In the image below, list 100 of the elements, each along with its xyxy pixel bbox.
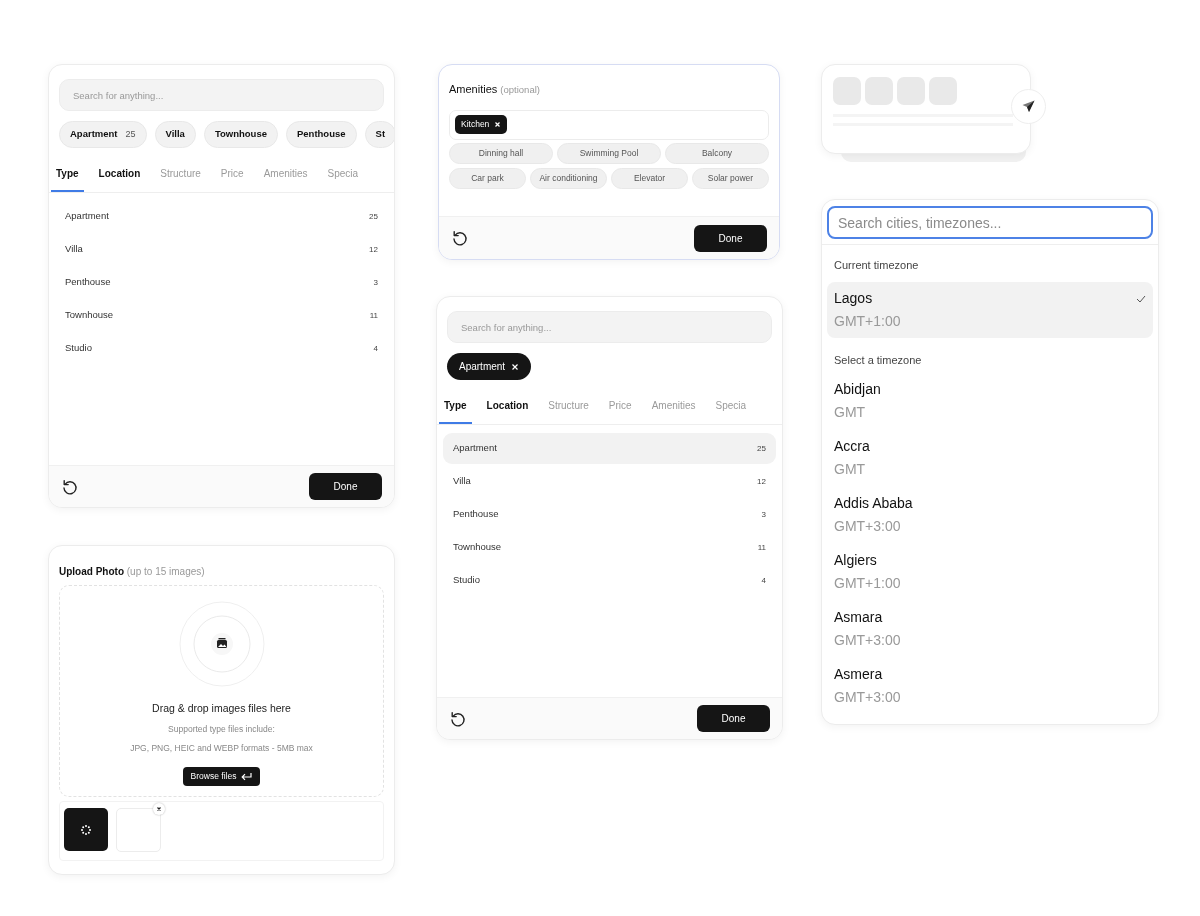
filter-chip[interactable]: St bbox=[364, 121, 394, 148]
chip-label: Townhouse bbox=[214, 127, 267, 142]
filter-chip[interactable]: Townhouse bbox=[203, 121, 278, 148]
list-item[interactable]: Apartment 25 bbox=[443, 433, 776, 464]
city-name: Addis Ababa bbox=[834, 494, 913, 513]
item-label: Apartment bbox=[453, 441, 497, 456]
timezone-option[interactable]: Asmara GMT+3:00 bbox=[822, 606, 1158, 652]
filter-chip[interactable]: Apartment bbox=[447, 353, 532, 380]
amenities-title: Amenities (optional) bbox=[449, 82, 541, 97]
timezone-option[interactable]: Addis Ababa GMT+3:00 bbox=[822, 492, 1158, 538]
remove-button[interactable] bbox=[153, 803, 165, 815]
list-item[interactable]: Studio 4 bbox=[443, 565, 776, 596]
close-icon bbox=[156, 806, 162, 812]
timezone-offset: GMT bbox=[834, 460, 867, 479]
timezone-offset: GMT+1:00 bbox=[834, 574, 901, 593]
option-chip[interactable]: Elevator bbox=[611, 167, 688, 189]
reset-button[interactable] bbox=[449, 709, 467, 728]
city-name: Asmera bbox=[834, 665, 884, 684]
item-count: 4 bbox=[373, 342, 378, 355]
filter-chip[interactable]: Penthouse bbox=[286, 121, 357, 148]
reset-button[interactable] bbox=[451, 229, 469, 247]
chip-label: Apartment bbox=[459, 360, 506, 374]
filter-chip[interactable]: Apartment 25 bbox=[59, 121, 147, 148]
close-icon bbox=[494, 121, 502, 128]
timezone-option[interactable]: Algiers GMT+1:00 bbox=[822, 549, 1158, 595]
timezone-option[interactable]: Asmera GMT+3:00 bbox=[822, 663, 1158, 709]
timezone-offset: GMT bbox=[834, 403, 867, 422]
city-name: Lagos bbox=[834, 288, 874, 308]
tab[interactable]: Location bbox=[481, 388, 534, 424]
timezone-offset: GMT+1:00 bbox=[834, 311, 901, 331]
done-button[interactable]: Done bbox=[309, 473, 382, 500]
list-item[interactable]: Townhouse 11 bbox=[443, 532, 776, 563]
format-note: Supported type files include: bbox=[168, 722, 275, 736]
list-item[interactable]: Apartment 25 bbox=[55, 201, 388, 232]
item-label: Townhouse bbox=[65, 308, 114, 323]
spinner-icon bbox=[80, 823, 92, 836]
item-count: 11 bbox=[757, 541, 766, 554]
list-item[interactable]: Studio 4 bbox=[55, 333, 388, 364]
reset-icon bbox=[451, 229, 469, 247]
drop-zone[interactable]: Drag & drop images files here Supported type files include: JPG, PNG, HEIC and WEBP formats - 5MB max Browse files bbox=[59, 585, 384, 797]
item-label: Penthouse bbox=[453, 507, 499, 522]
check-icon bbox=[1136, 294, 1146, 303]
item-count: 12 bbox=[757, 475, 766, 488]
item-count: 12 bbox=[369, 243, 378, 256]
item-label: Villa bbox=[65, 242, 83, 257]
format-note: JPG, PNG, HEIC and WEBP formats - 5MB max bbox=[130, 741, 313, 755]
enter-icon bbox=[241, 772, 253, 782]
upload-title: Upload Photo (up to 15 images) bbox=[59, 565, 206, 579]
list-item[interactable]: Villa 12 bbox=[55, 234, 388, 265]
chip-label: Apartment bbox=[70, 127, 118, 142]
item-count: 3 bbox=[761, 508, 766, 521]
timezone-option[interactable]: Abidjan GMT bbox=[822, 378, 1158, 424]
tab[interactable]: Location bbox=[93, 156, 146, 192]
city-name: Accra bbox=[834, 437, 870, 456]
image-icon bbox=[178, 601, 265, 687]
list-item[interactable]: Penthouse 3 bbox=[443, 499, 776, 530]
item-count: 3 bbox=[373, 276, 378, 289]
send-icon bbox=[1022, 100, 1035, 113]
option-chip[interactable]: Air conditioning bbox=[530, 167, 607, 189]
tag-input[interactable]: Kitchen bbox=[449, 109, 769, 140]
done-button[interactable]: Done bbox=[694, 224, 767, 252]
item-label: Studio bbox=[65, 341, 92, 356]
done-button[interactable]: Done bbox=[697, 705, 770, 732]
option-chip[interactable]: Car park bbox=[449, 167, 526, 189]
reset-icon bbox=[61, 477, 79, 496]
timezone-option[interactable]: Lagos GMT+1:00 bbox=[827, 281, 1153, 338]
selected-tag[interactable]: Kitchen bbox=[455, 115, 508, 134]
list-item[interactable]: Villa 12 bbox=[443, 466, 776, 497]
option-chip[interactable]: Solar power bbox=[692, 167, 769, 189]
city-name: Asmara bbox=[834, 608, 884, 627]
timezone-offset: GMT+3:00 bbox=[834, 688, 901, 707]
list-item[interactable]: Townhouse 11 bbox=[55, 300, 388, 331]
close-icon bbox=[511, 362, 520, 371]
browse-button[interactable]: Browse files bbox=[182, 767, 261, 787]
filter-chip[interactable]: Villa bbox=[154, 121, 196, 148]
tab[interactable]: Type bbox=[51, 156, 84, 192]
timezone-offset: GMT+3:00 bbox=[834, 517, 902, 536]
item-count: 11 bbox=[369, 309, 378, 322]
search-field[interactable]: Search cities, timezones... bbox=[827, 206, 1153, 239]
reset-icon bbox=[449, 709, 467, 728]
reset-button[interactable] bbox=[61, 477, 79, 496]
city-name: Algiers bbox=[834, 551, 878, 570]
option-chip[interactable]: Balcony bbox=[665, 142, 769, 164]
item-label: Penthouse bbox=[65, 275, 111, 290]
list-item[interactable]: Penthouse 3 bbox=[55, 267, 388, 298]
item-count: 4 bbox=[761, 574, 766, 587]
timezone-option[interactable]: Accra GMT bbox=[822, 435, 1158, 481]
city-name: Abidjan bbox=[834, 380, 881, 399]
item-count: 25 bbox=[757, 442, 766, 455]
section-heading: Current timezone bbox=[833, 258, 920, 273]
drop-headline: Drag & drop images files here bbox=[152, 701, 291, 716]
item-label: Studio bbox=[453, 573, 480, 588]
item-count: 25 bbox=[369, 210, 378, 223]
timezone-offset: GMT+3:00 bbox=[834, 631, 901, 650]
tab[interactable]: Type bbox=[439, 388, 472, 424]
chip-count: 25 bbox=[125, 127, 136, 141]
chip-label: Villa bbox=[165, 127, 185, 142]
item-label: Apartment bbox=[65, 209, 109, 224]
option-chip[interactable]: Swimming Pool bbox=[557, 142, 661, 164]
option-chip[interactable]: Dinning hall bbox=[449, 142, 553, 164]
